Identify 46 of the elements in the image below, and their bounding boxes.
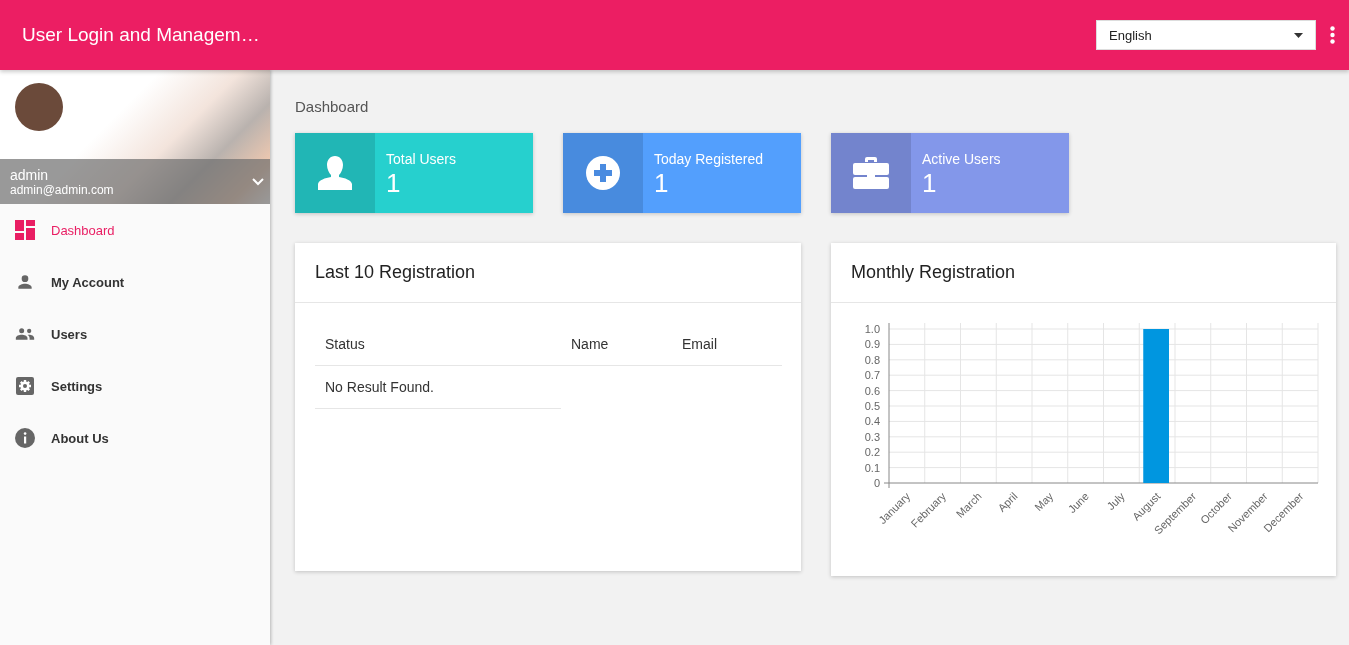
more-menu-icon[interactable] xyxy=(1330,26,1335,44)
language-select[interactable]: English xyxy=(1096,20,1316,50)
user-email: admin@admin.com xyxy=(10,182,114,197)
person-icon xyxy=(15,272,35,292)
x-tick-label: May xyxy=(1032,489,1056,514)
app-title: User Login and Managem… xyxy=(22,24,261,46)
briefcase-icon xyxy=(852,156,890,190)
y-tick-label: 0.1 xyxy=(864,461,880,474)
y-tick-label: 0.4 xyxy=(864,415,880,428)
y-tick-label: 0.2 xyxy=(864,446,880,459)
info-icon xyxy=(15,428,35,448)
column-header: Name xyxy=(561,323,672,366)
y-tick-label: 0.5 xyxy=(864,400,880,412)
y-tick-label: 0.9 xyxy=(864,338,880,351)
y-tick-label: 0 xyxy=(873,477,880,489)
plus-circle-icon xyxy=(585,155,621,191)
sidebar-item[interactable]: Dashboard xyxy=(0,204,270,256)
empty-message: No Result Found. xyxy=(315,366,561,409)
y-tick-label: 0.7 xyxy=(864,369,880,382)
chevron-down-icon[interactable] xyxy=(252,177,264,186)
caret-icon xyxy=(1294,32,1303,38)
sidebar-item[interactable]: My Account xyxy=(0,256,270,308)
breadcrumb: Dashboard xyxy=(295,98,369,115)
person-silhouette-icon xyxy=(316,154,354,192)
y-tick-label: 0.6 xyxy=(864,384,880,397)
stat-value: 1 xyxy=(654,168,670,199)
stat-label: Active Users xyxy=(922,151,1001,167)
stat-value: 1 xyxy=(386,168,402,199)
y-tick-label: 0.3 xyxy=(864,430,880,443)
sidebar-item[interactable]: Settings xyxy=(0,360,270,412)
card-title: Last 10 Registration xyxy=(295,243,801,303)
user-name: admin xyxy=(10,166,50,183)
settings-icon xyxy=(15,376,35,396)
stat-label: Today Registered xyxy=(654,151,763,167)
stat-label: Total Users xyxy=(386,151,457,167)
x-tick-label: July xyxy=(1104,489,1127,513)
dashboard-icon xyxy=(15,220,35,240)
avatar-photo xyxy=(15,83,63,131)
y-tick-label: 1.0 xyxy=(864,323,880,335)
column-header: Status xyxy=(315,323,561,366)
sidebar-item[interactable]: About Us xyxy=(0,412,270,464)
card-title: Monthly Registration xyxy=(831,243,1336,303)
y-tick-label: 0.8 xyxy=(864,353,880,366)
stat-value: 1 xyxy=(922,168,938,199)
column-header: Email xyxy=(672,323,782,366)
sidebar-item[interactable]: Users xyxy=(0,308,270,360)
